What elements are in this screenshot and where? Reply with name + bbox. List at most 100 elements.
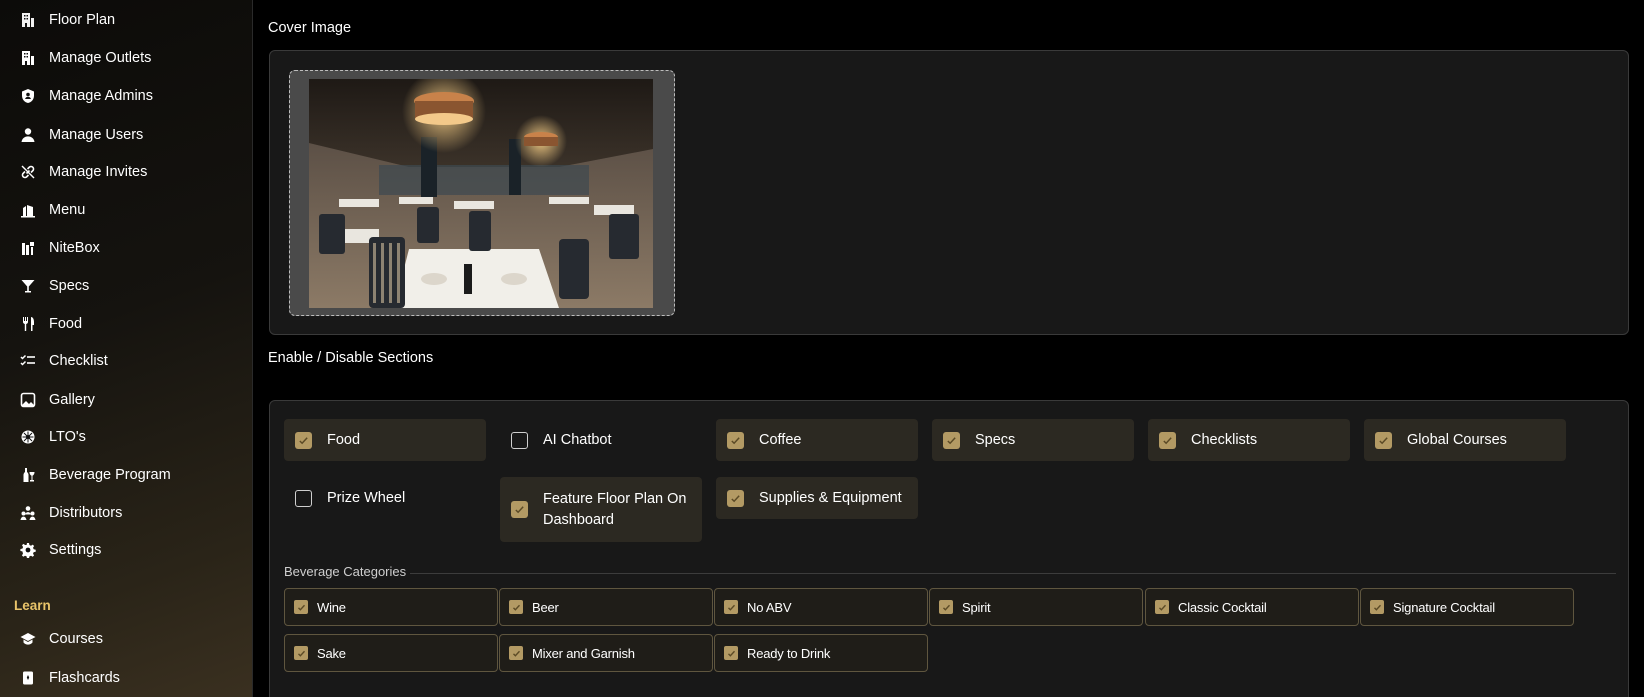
- checkbox-checked[interactable]: [727, 431, 744, 449]
- section-toggle-global-courses[interactable]: Global Courses: [1364, 419, 1566, 461]
- divider: [410, 573, 1616, 574]
- checkbox-unchecked[interactable]: [511, 431, 528, 449]
- sidebar-item-label: Gallery: [49, 392, 95, 408]
- section-toggle-specs[interactable]: Specs: [932, 419, 1134, 461]
- main-content: Cover Image Enable / Disable Sections Fo…: [254, 0, 1644, 697]
- beverage-category-classic-cocktail[interactable]: Classic Cocktail: [1145, 588, 1359, 626]
- menu-book-icon: [18, 200, 38, 220]
- sidebar-item-ltos[interactable]: LTO's: [18, 423, 86, 451]
- section-label: AI Chatbot: [543, 431, 612, 448]
- category-label: Ready to Drink: [747, 645, 831, 661]
- section-toggle-ai-chatbot[interactable]: AI Chatbot: [500, 419, 702, 461]
- flashcard-icon: [18, 668, 38, 688]
- sidebar-item-settings[interactable]: Settings: [18, 536, 101, 564]
- checkbox-checked[interactable]: [1155, 600, 1169, 614]
- category-label: No ABV: [747, 599, 792, 615]
- section-label: Food: [327, 431, 361, 448]
- checklist-icon: [18, 351, 38, 371]
- user-icon: [18, 125, 38, 145]
- fork-knife-icon: [18, 314, 38, 334]
- sidebar-item-manage-outlets[interactable]: Manage Outlets: [18, 44, 151, 72]
- checkbox-checked[interactable]: [727, 489, 744, 507]
- gear-icon: [18, 540, 38, 560]
- section-toggle-coffee[interactable]: Coffee: [716, 419, 918, 461]
- cover-image-title: Cover Image: [268, 20, 352, 36]
- checkbox-unchecked[interactable]: [295, 489, 312, 507]
- sidebar-item-food[interactable]: Food: [18, 310, 82, 338]
- sidebar-item-label: NiteBox: [49, 240, 100, 256]
- sidebar-item-gallery[interactable]: Gallery: [18, 386, 95, 414]
- sidebar-item-floor-plan[interactable]: Floor Plan: [18, 6, 115, 34]
- beverage-category-no-abv[interactable]: No ABV: [714, 588, 928, 626]
- checkbox-checked[interactable]: [1370, 600, 1384, 614]
- beverage-category-wine[interactable]: Wine: [284, 588, 498, 626]
- graduation-cap-icon: [18, 629, 38, 649]
- sidebar-item-manage-admins[interactable]: Manage Admins: [18, 82, 153, 110]
- checkbox-checked[interactable]: [1375, 431, 1392, 449]
- checkbox-checked[interactable]: [509, 646, 523, 660]
- section-toggle-feature-floor-plan[interactable]: Feature Floor Plan On Dashboard: [500, 477, 702, 542]
- wine-bottle-icon: [18, 465, 38, 485]
- section-toggle-food[interactable]: Food: [284, 419, 486, 461]
- checkbox-checked[interactable]: [943, 431, 960, 449]
- cover-image-panel: [269, 50, 1629, 335]
- checkbox-checked[interactable]: [511, 501, 528, 518]
- category-label: Beer: [532, 599, 559, 615]
- beverage-category-mixer-garnish[interactable]: Mixer and Garnish: [499, 634, 713, 672]
- checkbox-checked[interactable]: [1159, 431, 1176, 449]
- sidebar-item-courses[interactable]: Courses: [18, 625, 103, 653]
- checkbox-checked[interactable]: [724, 600, 738, 614]
- sections-panel: Food AI Chatbot Coffee Specs Checklists …: [269, 400, 1629, 697]
- sidebar-item-specs[interactable]: Specs: [18, 272, 89, 300]
- building-icon: [18, 10, 38, 30]
- sidebar-item-menu[interactable]: Menu: [18, 196, 85, 224]
- sidebar-item-label: LTO's: [49, 429, 86, 445]
- sidebar-item-nitebox[interactable]: NiteBox: [18, 234, 100, 262]
- section-label: Coffee: [759, 431, 802, 448]
- sidebar-item-label: Food: [49, 316, 83, 332]
- sidebar: Floor Plan Manage Outlets Manage Admins …: [0, 0, 253, 697]
- category-label: Sake: [317, 645, 346, 661]
- store-icon: [18, 48, 38, 68]
- group-icon: [18, 503, 38, 523]
- shield-user-icon: [18, 86, 38, 106]
- image-icon: [18, 390, 38, 410]
- sidebar-item-label: Menu: [49, 202, 86, 218]
- sidebar-item-distributors[interactable]: Distributors: [18, 499, 122, 527]
- section-toggle-supplies-equipment[interactable]: Supplies & Equipment: [716, 477, 918, 519]
- sidebar-item-flashcards[interactable]: Flashcards: [18, 664, 120, 692]
- sections-title: Enable / Disable Sections: [268, 350, 434, 366]
- beverage-category-spirit[interactable]: Spirit: [929, 588, 1143, 626]
- section-label: Feature Floor Plan On Dashboard: [543, 490, 687, 528]
- sidebar-item-beverage-program[interactable]: Beverage Program: [18, 461, 171, 489]
- category-label: Mixer and Garnish: [532, 645, 635, 661]
- beverage-category-signature-cocktail[interactable]: Signature Cocktail: [1360, 588, 1574, 626]
- section-toggle-prize-wheel[interactable]: Prize Wheel: [284, 477, 486, 519]
- dharma-wheel-icon: [18, 427, 38, 447]
- section-toggle-checklists[interactable]: Checklists: [1148, 419, 1350, 461]
- checkbox-checked[interactable]: [939, 600, 953, 614]
- category-label: Signature Cocktail: [1393, 599, 1495, 615]
- checkbox-checked[interactable]: [509, 600, 523, 614]
- section-label: Global Courses: [1407, 431, 1507, 448]
- sidebar-section-learn: Learn: [14, 598, 51, 613]
- sidebar-item-manage-invites[interactable]: Manage Invites: [18, 158, 147, 186]
- sidebar-item-checklist[interactable]: Checklist: [18, 347, 108, 375]
- category-label: Classic Cocktail: [1178, 599, 1267, 615]
- sidebar-item-label: Settings: [49, 542, 102, 558]
- sidebar-item-label: Flashcards: [49, 670, 120, 686]
- checkbox-checked[interactable]: [294, 600, 308, 614]
- section-label: Prize Wheel: [327, 489, 406, 506]
- checkbox-checked[interactable]: [724, 646, 738, 660]
- checkbox-checked[interactable]: [294, 646, 308, 660]
- cocktail-glass-icon: [18, 276, 38, 296]
- checkbox-checked[interactable]: [295, 431, 312, 449]
- sidebar-item-label: Beverage Program: [49, 467, 171, 483]
- sidebar-item-label: Distributors: [49, 505, 123, 521]
- cover-image-dropzone[interactable]: [289, 70, 675, 316]
- beverage-category-beer[interactable]: Beer: [499, 588, 713, 626]
- beverage-category-ready-to-drink[interactable]: Ready to Drink: [714, 634, 928, 672]
- beverage-category-sake[interactable]: Sake: [284, 634, 498, 672]
- sidebar-item-label: Manage Users: [49, 127, 144, 143]
- sidebar-item-manage-users[interactable]: Manage Users: [18, 121, 143, 149]
